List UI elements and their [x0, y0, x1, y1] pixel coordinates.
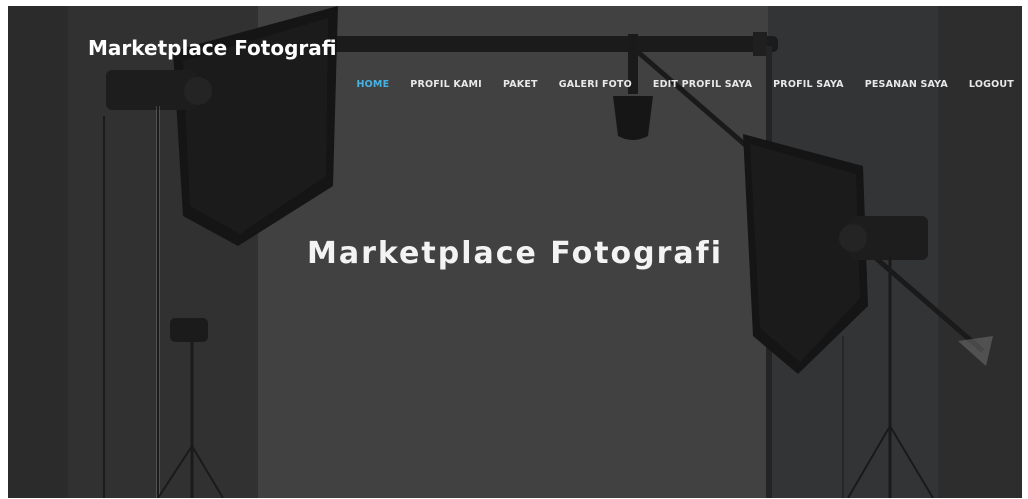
nav-item-pesanan-saya: PESANAN SAYA [854, 79, 958, 90]
nav-link-profil-saya[interactable]: PROFIL SAYA [763, 79, 855, 90]
nav-link-galeri-foto[interactable]: GALERI FOTO [548, 79, 642, 90]
hero-section: Marketplace Fotografi HOME PROFIL KAMI P… [8, 6, 1022, 498]
nav-link-logout[interactable]: LOGOUT [958, 79, 1022, 90]
nav-item-logout: LOGOUT [958, 79, 1022, 90]
nav-item-profil-saya: PROFIL SAYA [763, 79, 855, 90]
nav-item-profil-kami: PROFIL KAMI [400, 79, 493, 90]
nav-item-galeri-foto: GALERI FOTO [548, 79, 642, 90]
nav-item-home: HOME [346, 79, 400, 90]
nav-item-paket: PAKET [492, 79, 548, 90]
nav-link-home[interactable]: HOME [346, 79, 400, 90]
nav-link-edit-profil-saya[interactable]: EDIT PROFIL SAYA [642, 79, 762, 90]
nav-link-paket[interactable]: PAKET [492, 79, 548, 90]
main-navigation: HOME PROFIL KAMI PAKET GALERI FOTO EDIT … [346, 79, 1022, 90]
nav-link-pesanan-saya[interactable]: PESANAN SAYA [854, 79, 958, 90]
nav-link-profil-kami[interactable]: PROFIL KAMI [400, 79, 493, 90]
nav-item-edit-profil-saya: EDIT PROFIL SAYA [642, 79, 762, 90]
site-logo[interactable]: Marketplace Fotografi [88, 36, 337, 60]
hero-title: Marketplace Fotografi [307, 236, 723, 271]
